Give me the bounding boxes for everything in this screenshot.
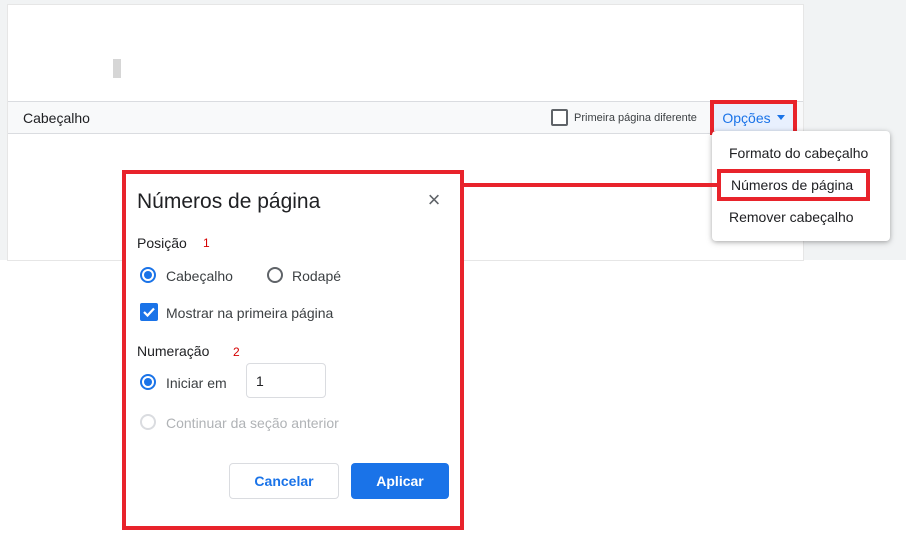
annotation-number-1: 1 [203, 236, 210, 250]
page-numbers-dialog: Números de página × Posição 1 Cabeçalho … [122, 170, 464, 530]
show-first-page-label: Mostrar na primeira página [166, 305, 334, 321]
header-label: Cabeçalho [23, 110, 90, 126]
options-menu: Formato do cabeçalho Números de página R… [712, 131, 890, 241]
checkbox-icon[interactable] [551, 109, 568, 126]
first-page-different-toggle[interactable]: Primeira página diferente [551, 109, 697, 126]
radio-footer[interactable] [267, 267, 283, 283]
annotation-connector-line [462, 183, 720, 187]
position-section-label: Posição [137, 235, 187, 251]
menu-item-header-format[interactable]: Formato do cabeçalho [712, 137, 890, 169]
apply-button[interactable]: Aplicar [351, 463, 449, 499]
start-at-label: Iniciar em [166, 375, 227, 391]
close-icon[interactable]: × [424, 189, 444, 211]
checkmark-icon [143, 307, 155, 318]
continue-previous-label: Continuar da seção anterior [166, 415, 339, 431]
annotation-number-2: 2 [233, 345, 240, 359]
cancel-button[interactable]: Cancelar [229, 463, 339, 499]
show-first-page-checkbox[interactable] [140, 303, 158, 321]
radio-header-label: Cabeçalho [166, 268, 233, 284]
first-page-different-label: Primeira página diferente [574, 111, 697, 124]
dialog-title: Números de página [137, 190, 321, 213]
radio-header[interactable] [140, 267, 156, 283]
header-bar: Cabeçalho Primeira página diferente [8, 101, 803, 134]
radio-continue-previous[interactable] [140, 414, 156, 430]
radio-footer-label: Rodapé [292, 268, 342, 284]
caret-down-icon [776, 115, 785, 120]
menu-item-remove-header[interactable]: Remover cabeçalho [712, 201, 890, 233]
options-button[interactable]: Opções [710, 100, 797, 135]
menu-item-page-numbers[interactable]: Números de página [717, 169, 870, 201]
options-button-label: Opções [722, 109, 771, 126]
text-cursor [113, 59, 121, 78]
radio-start-at[interactable] [140, 374, 156, 390]
numbering-section-label: Numeração [137, 343, 210, 359]
start-number-input[interactable] [246, 363, 326, 398]
